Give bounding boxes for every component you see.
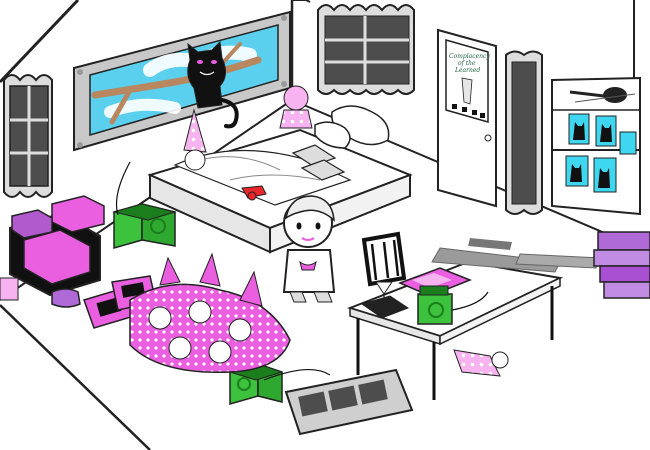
cat-jar-3[interactable] — [565, 155, 589, 187]
cat-jar-5[interactable] — [619, 131, 637, 155]
pillow[interactable] — [314, 105, 390, 149]
desk-chair[interactable] — [361, 231, 407, 287]
green-gift-box-1[interactable] — [112, 203, 177, 249]
player-character[interactable] — [282, 195, 336, 303]
complacency-poster[interactable]: Complacency of the Learned — [445, 39, 490, 123]
sky-window[interactable] — [73, 10, 291, 152]
green-gift-box-desk[interactable] — [417, 285, 453, 325]
window-top[interactable] — [317, 4, 415, 95]
pink-wizard-plush-icon[interactable] — [129, 252, 291, 374]
cat-jar-4[interactable] — [593, 157, 617, 193]
game-controller[interactable] — [51, 288, 81, 308]
cat-jar-1[interactable] — [568, 113, 590, 145]
poster-title-line2: of the — [458, 60, 476, 67]
poster-title-line3: Learned — [454, 67, 480, 74]
plush-fallen-floor[interactable] — [453, 349, 509, 377]
bedroom-scene: Complacency of the Learned — [0, 0, 650, 450]
poster-title-line1: Complacency — [449, 53, 490, 60]
plush-wizard-bed[interactable] — [183, 108, 207, 171]
window-left[interactable] — [3, 74, 53, 198]
cat-jar-2[interactable] — [595, 115, 617, 147]
purple-book-stack[interactable] — [593, 231, 650, 299]
speaker-left[interactable] — [0, 277, 19, 301]
window-right[interactable] — [505, 50, 543, 215]
floor-vent[interactable] — [284, 368, 414, 436]
